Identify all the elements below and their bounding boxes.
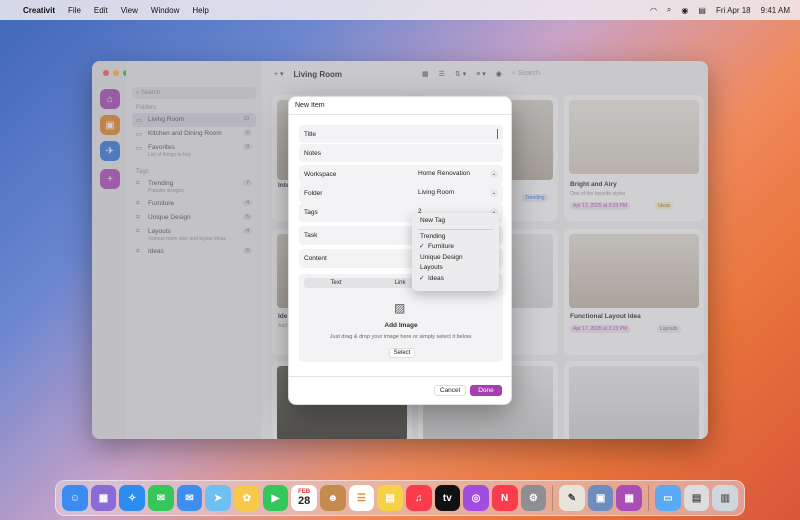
folder-row[interactable]: Folder Living Room ⌄ (299, 184, 503, 203)
done-button[interactable]: Done (470, 385, 502, 396)
preview-icon[interactable]: ▣ (587, 485, 614, 511)
downloads-folder-icon[interactable]: ▭ (655, 485, 681, 511)
notes-icon[interactable]: ▤ (377, 485, 403, 511)
launchpad-icon[interactable]: ▦ (90, 485, 117, 511)
creativit-app-icon[interactable]: ▦ (616, 485, 643, 511)
safari-icon[interactable]: ✧ (119, 485, 145, 511)
divider (289, 376, 511, 377)
textedit-icon[interactable]: ✎ (559, 485, 585, 511)
segment-text[interactable]: Text (304, 278, 368, 288)
chevron-down-icon: ⌄ (490, 170, 498, 178)
image-icon: ▨ (394, 301, 406, 315)
menubar-time[interactable]: 9:41 AM (761, 6, 790, 15)
music-icon[interactable]: ♫ (405, 485, 432, 511)
notes-field[interactable]: Notes (299, 144, 503, 162)
messages-icon[interactable]: ✉ (147, 485, 174, 511)
checkmark-icon: ✓ (419, 243, 425, 250)
photos-icon[interactable]: ✿ (233, 485, 260, 511)
finder-icon[interactable]: ☺ (62, 485, 88, 511)
dock-separator (648, 485, 650, 511)
select-button[interactable]: Select (389, 348, 415, 358)
workspace-value: Home Renovation (418, 170, 471, 177)
menu-item-ideas[interactable]: ✓ Ideas (412, 274, 499, 285)
facetime-icon[interactable]: ▶ (262, 485, 289, 511)
search-icon[interactable]: ⌕ (667, 5, 671, 15)
workspace-row[interactable]: Workspace Home Renovation ⌄ (299, 165, 503, 184)
trash-icon[interactable]: ▥ (712, 485, 739, 511)
chevron-down-icon: ⌄ (490, 189, 498, 197)
maps-icon[interactable]: ➤ (205, 485, 231, 511)
reminders-icon[interactable]: ☰ (348, 485, 375, 511)
control-center-icon[interactable]: ▤ (698, 6, 706, 15)
add-image-label: Add Image (384, 322, 418, 329)
news-icon[interactable]: N (491, 485, 518, 511)
menu-item-furniture[interactable]: ✓ Furniture (412, 242, 499, 253)
menu-item-trending[interactable]: Trending (412, 232, 499, 243)
documents-stack-icon[interactable]: ▤ (683, 485, 710, 511)
menu-view[interactable]: View (121, 6, 138, 15)
dock-separator (552, 485, 554, 511)
menu-file[interactable]: File (68, 6, 81, 15)
calendar-icon[interactable]: FEB 28 (291, 485, 317, 511)
user-icon[interactable]: ◉ (681, 6, 688, 15)
contacts-icon[interactable]: ☻ (319, 485, 346, 511)
title-field[interactable]: Title (299, 125, 503, 143)
podcasts-icon[interactable]: ◎ (463, 485, 489, 511)
wifi-icon[interactable]: ◠ (650, 6, 657, 15)
menu-separator (418, 228, 493, 230)
menubar-date[interactable]: Fri Apr 18 (716, 6, 751, 15)
menu-help[interactable]: Help (192, 6, 208, 15)
menu-bar: Creativit File Edit View Window Help ◠ ⌕… (0, 0, 800, 20)
cancel-button[interactable]: Cancel (434, 385, 466, 396)
tags-dropdown-menu: New Tag Trending ✓ Furniture Unique Desig… (412, 213, 499, 291)
dialog-title: New Item (295, 102, 325, 109)
apple-tv-icon[interactable]: tv (434, 485, 461, 511)
drop-hint: Just drag & drop your image here or simp… (329, 334, 473, 340)
menu-window[interactable]: Window (151, 6, 179, 15)
folder-value: Living Room (418, 189, 455, 196)
menu-item-unique-design[interactable]: Unique Design (412, 253, 499, 264)
mail-icon[interactable]: ✉ (176, 485, 203, 511)
system-settings-icon[interactable]: ⚙ (520, 485, 547, 511)
app-menu[interactable]: Creativit (23, 6, 55, 15)
menu-item-layouts[interactable]: Layouts (412, 263, 499, 274)
divider (289, 114, 511, 115)
text-cursor (496, 129, 498, 139)
dock: ☺ ▦ ✧ ✉ ✉ ➤ ✿ ▶ FEB 28 ☻ ☰ ▤ ♫ tv ◎ N ⚙ ✎… (55, 480, 745, 516)
checkmark-icon: ✓ (419, 274, 425, 282)
menu-edit[interactable]: Edit (94, 6, 108, 15)
menu-item-new-tag[interactable]: New Tag (412, 216, 499, 227)
